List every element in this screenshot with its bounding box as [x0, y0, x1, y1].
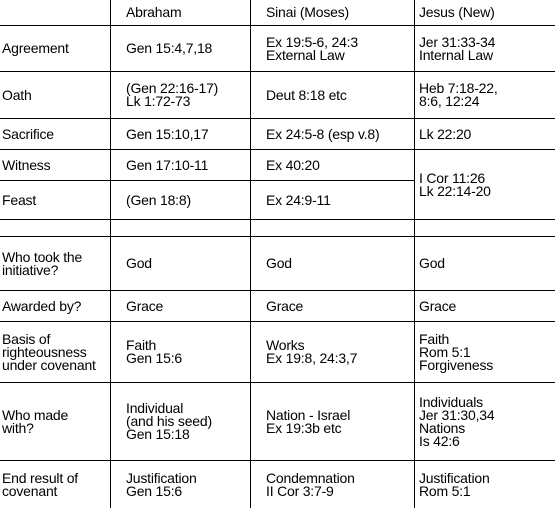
cell-text: Forgiveness	[419, 356, 494, 373]
cell-text: Grace	[419, 297, 457, 314]
cell-text: Deut 8:18 etc	[266, 86, 347, 103]
header-text: Sinai (Moses)	[266, 4, 349, 20]
cell-text: Gen 15:10,17	[126, 125, 209, 142]
table-cell-label: Feast	[2, 181, 108, 219]
header-text: Jesus (New)	[419, 4, 495, 20]
table-cell-abraham: Faith Gen 15:6	[126, 322, 248, 382]
table-cell-label: Sacrifice	[2, 119, 108, 149]
table-cell-abraham: Individual (and his seed) Gen 15:18	[126, 383, 248, 460]
cell-text: God	[126, 255, 152, 271]
cell-text: covenant	[2, 482, 58, 499]
table-cell-sinai: Grace	[266, 291, 412, 321]
cell-text: Sacrifice	[2, 125, 54, 142]
table-cell-abraham: Justification Gen 15:6	[126, 461, 248, 508]
cell-text: Lk 22:14-20	[419, 182, 491, 199]
table-cell-jesus	[419, 220, 553, 236]
table-cell-label: Witness	[2, 150, 108, 180]
table-cell-label	[2, 220, 108, 236]
table-cell-sinai	[266, 220, 412, 236]
cell-text: Ex 19:8, 24:3,7	[266, 350, 358, 366]
cell-text: Gen 15:6	[126, 482, 182, 499]
table-cell-label: Who took the initiative?	[2, 237, 108, 290]
table-cell-label: Awarded by?	[2, 291, 108, 321]
cell-text: Gen 17:10-11	[126, 156, 209, 173]
cell-text: External Law	[266, 46, 345, 63]
cell-text: God	[266, 255, 292, 271]
table-cell-jesus: Justification Rom 5:1	[419, 461, 553, 508]
table-cell-abraham: (Gen 22:16-17) Lk 1:72-73	[126, 72, 248, 118]
table-cell-abraham: Gen 15:10,17	[126, 119, 248, 149]
table-cell-jesus: God	[419, 237, 553, 290]
cell-text: Ex 19:3b etc	[266, 419, 342, 436]
cell-text: Rom 5:1	[419, 482, 471, 499]
cell-text: 8:6, 12:24	[419, 93, 480, 109]
column-divider	[414, 0, 415, 508]
cell-text: Witness	[2, 156, 51, 173]
cell-text: Ex 40:20	[266, 156, 320, 173]
column-divider	[250, 0, 251, 508]
cell-text: Lk 1:72-73	[126, 93, 191, 109]
table-cell-abraham	[126, 220, 248, 236]
header-text: Abraham	[126, 4, 182, 20]
table-cell-label: End result of covenant	[2, 461, 108, 508]
cell-text: Lk 22:20	[419, 125, 472, 142]
cell-text: (Gen 18:8)	[126, 191, 191, 208]
table-cell-label: Agreement	[2, 26, 108, 71]
table-cell-jesus: Heb 7:18-22, 8:6, 12:24	[419, 72, 553, 118]
cell-text: Feast	[2, 191, 37, 208]
table-cell-jesus: Grace	[419, 291, 553, 321]
cell-text: Is 42:6	[419, 432, 460, 449]
table-cell-sinai: Ex 24:9-11	[266, 181, 412, 219]
cell-text: with?	[2, 419, 34, 436]
cell-text: Gen 15:4,7,18	[126, 40, 213, 56]
cell-text: Gen 15:6	[126, 350, 182, 366]
cell-text: God	[419, 255, 445, 271]
table-cell-abraham: Grace	[126, 291, 248, 321]
table-cell-sinai: Condemnation II Cor 3:7-9	[266, 461, 412, 508]
table-cell-jesus: I Cor 11:26 Lk 22:14-20	[419, 150, 553, 219]
cell-text: II Cor 3:7-9	[266, 482, 334, 499]
cell-text: Oath	[2, 86, 32, 103]
table-cell-jesus: Jer 31:33-34 Internal Law	[419, 26, 553, 71]
cell-text: Ex 24:9-11	[266, 191, 331, 208]
cell-text: Agreement	[2, 40, 69, 56]
table-cell-jesus: Faith Rom 5:1 Forgiveness	[419, 322, 553, 382]
table-cell-abraham: Gen 15:4,7,18	[126, 26, 248, 71]
table-cell-sinai: Works Ex 19:8, 24:3,7	[266, 322, 412, 382]
table-cell-sinai: God	[266, 237, 412, 290]
table-cell-sinai: Ex 40:20	[266, 150, 412, 180]
table-cell-abraham: (Gen 18:8)	[126, 181, 248, 219]
cell-text: Grace	[126, 297, 164, 314]
cell-text: Gen 15:18	[126, 426, 190, 442]
column-divider	[110, 0, 111, 508]
table-cell-abraham: Gen 17:10-11	[126, 150, 248, 180]
table-cell-label: Oath	[2, 72, 108, 118]
table-cell-abraham: God	[126, 237, 248, 290]
cell-text: Ex 24:5-8 (esp v.8)	[266, 125, 380, 142]
table-cell-sinai: Ex 24:5-8 (esp v.8)	[266, 119, 412, 149]
column-header-abraham: Abraham	[126, 0, 250, 25]
cell-text: initiative?	[2, 261, 59, 278]
table-cell-jesus: Lk 22:20	[419, 119, 553, 149]
cell-text: Grace	[266, 297, 304, 314]
table-cell-label: Who made with?	[2, 383, 108, 460]
table-cell-jesus: Individuals Jer 31:30,34 Nations Is 42:6	[419, 383, 553, 460]
cell-text: Awarded by?	[2, 297, 82, 314]
table-cell-sinai: Ex 19:5-6, 24:3 External Law	[266, 26, 412, 71]
table-cell-sinai: Deut 8:18 etc	[266, 72, 412, 118]
column-header-jesus: Jesus (New)	[419, 0, 555, 25]
column-header-sinai: Sinai (Moses)	[266, 0, 414, 25]
table-cell-sinai: Nation - Israel Ex 19:3b etc	[266, 383, 412, 460]
cell-text: under covenant	[2, 356, 96, 373]
cell-text: Internal Law	[419, 46, 493, 63]
table-cell-label: Basis of righteousness under covenant	[2, 322, 108, 382]
